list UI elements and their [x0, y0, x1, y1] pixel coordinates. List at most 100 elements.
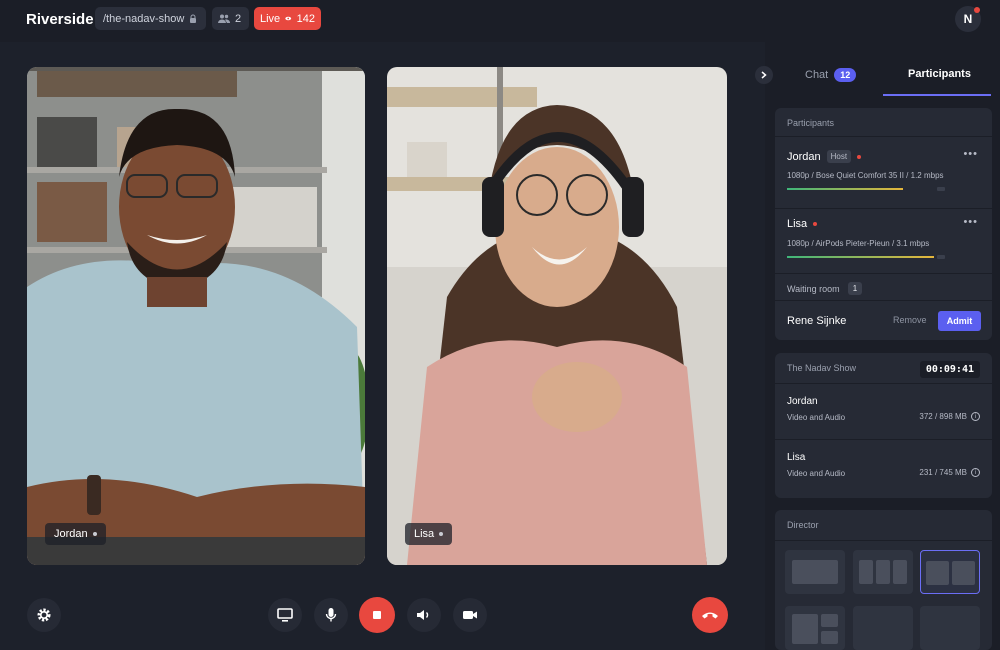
- status-dot: [439, 532, 444, 536]
- stop-record-icon: [373, 611, 381, 619]
- admit-button[interactable]: Admit: [938, 311, 981, 331]
- tab-participants[interactable]: Participants: [908, 68, 971, 80]
- lock-icon: [190, 14, 197, 23]
- collapse-panel-button[interactable]: [755, 66, 773, 84]
- divider: [775, 439, 992, 440]
- brand-logo: Riverside: [26, 11, 94, 28]
- participant-jordan[interactable]: Jordan Host: [787, 150, 862, 163]
- divider: [775, 383, 992, 384]
- top-bar: Riverside /the-nadav-show 2 Live 142 N: [0, 0, 1000, 42]
- lisa-video-feed: [387, 67, 727, 565]
- tab-chat[interactable]: Chat 12: [805, 68, 857, 82]
- info-icon[interactable]: i: [971, 412, 980, 421]
- tile-nametag-jordan: Jordan: [45, 523, 106, 545]
- layout-three-columns[interactable]: [853, 550, 913, 594]
- layout-empty-slot[interactable]: [853, 606, 913, 650]
- layout-single[interactable]: [785, 550, 845, 594]
- layout-side-by-side[interactable]: [920, 550, 980, 594]
- layout-block: [792, 614, 818, 644]
- viewer-count: 142: [296, 12, 315, 25]
- tile-nametag-lisa: Lisa: [405, 523, 453, 545]
- hang-up-icon: [702, 612, 718, 619]
- recording-dot: [857, 154, 862, 159]
- track-name: Lisa: [787, 452, 806, 463]
- camera-button[interactable]: [453, 598, 487, 632]
- microphone-button[interactable]: [314, 598, 348, 632]
- layout-block: [926, 561, 949, 585]
- recording-card: The Nadav Show 00:09:41 Jordan Video and…: [775, 353, 992, 498]
- layout-block: [952, 561, 975, 585]
- divider: [775, 273, 992, 274]
- studio-link[interactable]: /the-nadav-show: [95, 7, 206, 30]
- screen-share-icon: [277, 608, 293, 622]
- studio-slug: /the-nadav-show: [103, 12, 185, 25]
- more-icon[interactable]: •••: [963, 216, 978, 228]
- camera-icon: [463, 611, 477, 619]
- live-badge[interactable]: Live 142: [254, 7, 321, 30]
- divider: [775, 208, 992, 209]
- layout-block: [893, 560, 907, 584]
- participant-meta: 1080p / Bose Quiet Comfort 35 II / 1.2 m…: [787, 171, 944, 180]
- participants-card: Participants Jordan Host ••• 1080p / Bos…: [775, 108, 992, 340]
- microphone-icon: [325, 608, 337, 622]
- waiting-room-label: Waiting room 1: [787, 282, 863, 295]
- user-initial: N: [963, 12, 973, 26]
- track-size: 372 / 898 MB: [919, 412, 967, 421]
- video-tile-jordan[interactable]: Jordan: [27, 67, 365, 565]
- video-tile-lisa[interactable]: Lisa: [387, 67, 727, 565]
- layout-main-plus-two[interactable]: [785, 606, 845, 650]
- tab-label: Participants: [908, 68, 971, 80]
- director-card: Director: [775, 510, 992, 650]
- info-icon[interactable]: i: [971, 468, 980, 477]
- track-size-lisa: 231 / 745 MB i: [919, 468, 980, 477]
- waiting-room-text: Waiting room: [787, 283, 840, 294]
- remove-button[interactable]: Remove: [891, 312, 929, 328]
- eye-icon: [285, 16, 292, 21]
- host-tag: Host: [826, 150, 852, 163]
- waiting-count: 1: [847, 282, 863, 295]
- layout-block: [792, 560, 838, 584]
- audio-meter-jordan: [787, 188, 903, 190]
- participant-count-button[interactable]: 2: [212, 7, 249, 30]
- gear-icon: [37, 608, 51, 622]
- screen-share-button[interactable]: [268, 598, 302, 632]
- speaker-icon: [417, 610, 429, 620]
- tile-name: Lisa: [414, 528, 435, 540]
- settings-button[interactable]: [27, 598, 61, 632]
- recording-dot: [813, 222, 818, 226]
- track-type: Video and Audio: [787, 469, 846, 478]
- divider: [775, 300, 992, 301]
- layout-block: [876, 560, 890, 584]
- track-name: Jordan: [787, 396, 818, 407]
- tab-label: Chat: [805, 69, 829, 81]
- layout-empty-slot[interactable]: [920, 606, 980, 650]
- track-type: Video and Audio: [787, 413, 846, 422]
- participant-lisa[interactable]: Lisa: [787, 218, 818, 230]
- layout-block: [821, 631, 838, 644]
- audio-meter-lisa: [787, 256, 934, 258]
- jordan-video-feed: [27, 67, 365, 565]
- participant-name: Lisa: [787, 218, 808, 230]
- participant-meta: 1080p / AirPods Pieter-Pieun / 3.1 mbps: [787, 239, 930, 248]
- user-avatar[interactable]: N: [955, 6, 981, 32]
- tile-name: Jordan: [54, 528, 88, 540]
- active-tab-indicator: [883, 94, 991, 96]
- divider: [775, 540, 992, 541]
- show-title: The Nadav Show: [787, 363, 857, 373]
- director-heading: Director: [787, 520, 819, 530]
- live-label: Live: [260, 12, 281, 25]
- track-size-jordan: 372 / 898 MB i: [919, 412, 980, 421]
- layout-block: [859, 560, 873, 584]
- sidebar-tabs: Chat 12 Participants: [775, 58, 992, 96]
- speaker-button[interactable]: [407, 598, 441, 632]
- leave-call-button[interactable]: [692, 597, 728, 633]
- recording-timer: 00:09:41: [919, 361, 980, 378]
- track-size: 231 / 745 MB: [919, 468, 967, 477]
- waiting-person-name: Rene Sijnke: [787, 315, 847, 327]
- status-dot: [92, 532, 97, 536]
- stop-recording-button[interactable]: [359, 597, 395, 633]
- more-icon[interactable]: •••: [963, 148, 978, 160]
- meter-cap: [937, 187, 945, 191]
- layout-block: [821, 614, 838, 627]
- meter-cap: [937, 255, 945, 259]
